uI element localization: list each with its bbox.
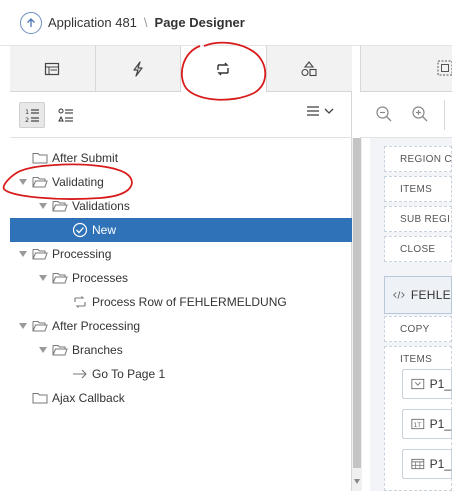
number-field-icon: 1T: [411, 418, 425, 430]
svg-text:1: 1: [25, 108, 29, 116]
open-folder-icon: [52, 271, 68, 285]
breadcrumb-application[interactable]: Application 481: [48, 15, 137, 30]
process-icon: [72, 295, 88, 309]
tree-node-after-submit[interactable]: After Submit: [10, 146, 352, 170]
tree-node-after-processing[interactable]: After Processing: [10, 314, 352, 338]
tree-node-label: After Processing: [52, 319, 141, 333]
tree-toolbar: 1 2: [10, 92, 352, 138]
layout-toolbar: [360, 92, 452, 138]
region-position-label: COPY: [400, 324, 430, 335]
page-item[interactable]: P1_: [402, 369, 452, 399]
open-folder-icon: [32, 247, 48, 261]
tab-dynamic-actions[interactable]: [96, 46, 181, 92]
code-icon: [393, 291, 405, 299]
tree-node-validations[interactable]: Validations: [10, 194, 352, 218]
breadcrumb-separator: \: [143, 15, 148, 30]
tree-node-label: New: [92, 223, 117, 237]
region-position-label: ITEMS: [400, 354, 433, 365]
tree-numbered-view-button[interactable]: 1 2: [19, 101, 45, 128]
tree-node-label: Processes: [72, 271, 129, 285]
tree-list-view-button[interactable]: [53, 102, 79, 128]
left-pane: 1 2 After Submit Validating Validations …: [10, 46, 352, 491]
shared-components-icon: [301, 61, 317, 77]
tree-node-label: Validating: [52, 175, 104, 189]
region-position-label: ITEMS: [400, 184, 433, 195]
arrow-up-icon: [27, 17, 35, 27]
scrollbar-thumb[interactable]: [353, 138, 361, 468]
tree-node-go-to-page-1[interactable]: Go To Page 1: [10, 362, 352, 386]
svg-text:1T: 1T: [414, 422, 422, 429]
scroll-down-arrow-icon[interactable]: [353, 476, 361, 486]
tree-node-label: Ajax Callback: [52, 391, 125, 405]
collapse-toggle-icon[interactable]: [38, 273, 48, 283]
tree-node-validating[interactable]: Validating: [10, 170, 352, 194]
tree-list-view-icon: [58, 108, 73, 122]
region-header[interactable]: FEHLE: [384, 276, 452, 314]
svg-text:2: 2: [25, 116, 29, 123]
tree-numbered-view-icon: 1 2: [25, 108, 39, 123]
open-folder-icon: [32, 319, 48, 333]
tab-rendering[interactable]: [10, 46, 96, 92]
region-position-label: CLOSE: [400, 244, 436, 255]
tree-menu-button[interactable]: [306, 105, 334, 117]
tree-node-processing[interactable]: Processing: [10, 242, 352, 266]
open-folder-icon: [32, 175, 48, 189]
zoom-in-icon[interactable]: [411, 105, 429, 123]
navigate-up-button[interactable]: [20, 11, 42, 34]
tree-node-label: Process Row of FEHLERMELDUNG: [92, 295, 287, 309]
tree-node-branches[interactable]: Branches: [10, 338, 352, 362]
layout-grid-icon[interactable]: [437, 60, 452, 76]
page-title: Page Designer: [154, 15, 245, 30]
folder-icon: [32, 151, 48, 165]
hamburger-menu-icon: [307, 106, 319, 116]
processing-tree: After Submit Validating Validations New …: [10, 146, 352, 410]
page-item-label: P1_: [429, 377, 451, 391]
collapse-toggle-icon[interactable]: [18, 177, 28, 187]
tree-node-new[interactable]: New: [10, 218, 352, 242]
collapse-toggle-icon[interactable]: [18, 249, 28, 259]
toolbar-divider: [444, 100, 445, 130]
open-folder-icon: [52, 199, 68, 213]
arrow-right-icon: [72, 367, 88, 381]
region-position-label: SUB REGI: [400, 214, 451, 225]
tree-node-label: Go To Page 1: [92, 367, 166, 381]
rendering-icon: [45, 62, 60, 76]
page-header: Application 481 \ Page Designer: [0, 0, 452, 46]
tree-node-process-row[interactable]: Process Row of FEHLERMELDUNG: [10, 290, 352, 314]
page-item-label: P1_: [429, 417, 451, 431]
select-list-icon: [411, 378, 425, 390]
region-position-label: REGION C: [400, 154, 452, 165]
tree-node-label: Validations: [72, 199, 130, 213]
tab-shared-components[interactable]: [267, 46, 353, 92]
tree-node-label: Processing: [52, 247, 112, 261]
tree-node-processes[interactable]: Processes: [10, 266, 352, 290]
tree-node-label: After Submit: [52, 151, 119, 165]
processing-icon: [217, 62, 229, 76]
check-circle-icon: [72, 222, 88, 238]
collapse-toggle-icon[interactable]: [18, 321, 28, 331]
page-item-label: P1_: [429, 457, 451, 471]
tree-node-label: Branches: [72, 343, 123, 357]
collapse-toggle-icon[interactable]: [38, 345, 48, 355]
page-item[interactable]: 1T P1_: [402, 409, 452, 439]
left-tab-bar: [10, 46, 353, 93]
region-title: FEHLE: [410, 288, 451, 302]
collapse-toggle-icon[interactable]: [38, 201, 48, 211]
chevron-down-icon: [324, 108, 334, 114]
page-item[interactable]: P1_: [402, 449, 452, 479]
date-picker-icon: [411, 458, 425, 470]
layout-tab-bar: [360, 46, 452, 92]
dynamic-actions-icon: [133, 61, 143, 77]
tree-node-ajax-callback[interactable]: Ajax Callback: [10, 386, 352, 410]
open-folder-icon: [52, 343, 68, 357]
tab-processing[interactable]: [181, 46, 267, 93]
zoom-out-icon[interactable]: [375, 105, 393, 123]
folder-icon: [32, 391, 48, 405]
